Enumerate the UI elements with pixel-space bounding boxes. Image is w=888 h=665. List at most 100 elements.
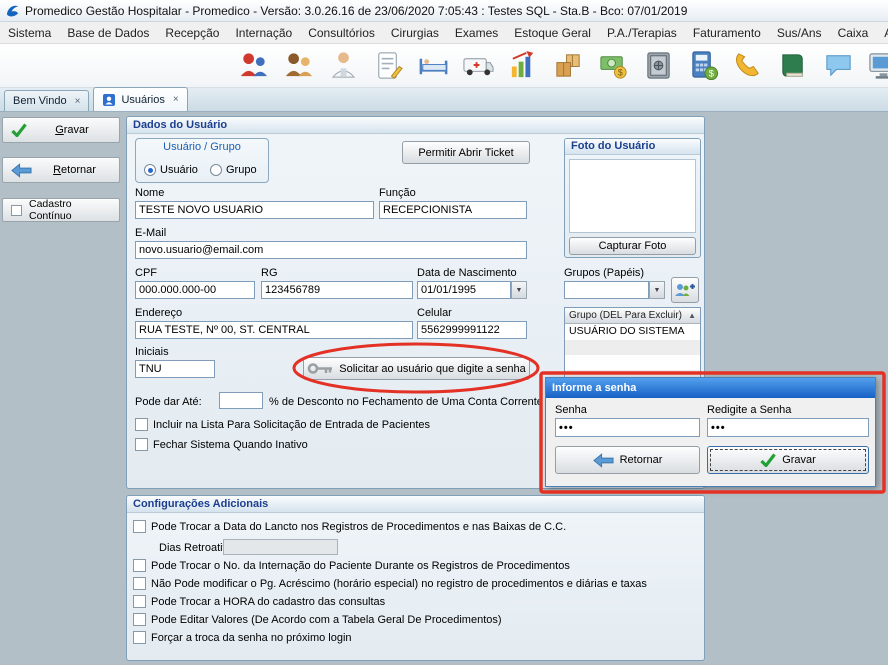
- doctor-icon[interactable]: [326, 48, 361, 83]
- safe-icon[interactable]: [641, 48, 676, 83]
- funcao-input[interactable]: [379, 201, 527, 219]
- radio-grupo[interactable]: [210, 164, 222, 176]
- menu-caixa[interactable]: Caixa: [830, 22, 877, 44]
- config-checkbox-5[interactable]: [133, 631, 146, 644]
- tab-usuarios[interactable]: Usuários ×: [93, 87, 187, 111]
- dialog-title-bar[interactable]: Informe a senha: [546, 378, 875, 398]
- tab-bem-vindo-label: Bem Vindo: [13, 95, 67, 107]
- monitor-icon[interactable]: [866, 48, 888, 83]
- usuario-grupo-title: Usuário / Grupo: [136, 141, 268, 153]
- grupos-papeis-combo[interactable]: [564, 281, 649, 299]
- menu-faturamento[interactable]: Faturamento: [685, 22, 769, 44]
- endereco-label: Endereço: [135, 307, 182, 319]
- endereco-input[interactable]: [135, 321, 413, 339]
- patients-icon[interactable]: [236, 48, 271, 83]
- solicitar-senha-label: Solicitar ao usuário que digite a senha: [339, 363, 526, 375]
- usuario-grupo-groupbox: Usuário / Grupo Usuário Grupo: [135, 138, 269, 183]
- ambulance-icon[interactable]: [461, 48, 496, 83]
- permitir-abrir-ticket-label: Permitir Abrir Ticket: [418, 147, 513, 159]
- retornar-button[interactable]: Retornar: [2, 157, 120, 183]
- email-input[interactable]: [135, 241, 527, 259]
- bed-icon[interactable]: [416, 48, 451, 83]
- menu-consultorios[interactable]: Consultórios: [300, 22, 383, 44]
- menu-pa-terapias[interactable]: P.A./Terapias: [599, 22, 685, 44]
- redigite-senha-label: Redigite a Senha: [707, 404, 791, 416]
- config-label-2: Não Pode modificar o Pg. Acréscimo (horá…: [151, 578, 647, 590]
- nascimento-dropdown-button[interactable]: ▼: [511, 281, 527, 299]
- grupo-list[interactable]: Grupo (DEL Para Excluir) ▲ USUÁRIO DO SI…: [564, 307, 701, 382]
- adicionar-grupo-button[interactable]: [671, 277, 699, 303]
- cpf-input[interactable]: [135, 281, 255, 299]
- nascimento-input[interactable]: [417, 281, 511, 299]
- gravar-button[interactable]: Gravar: [2, 117, 120, 143]
- title-bar: Promedico Gestão Hospitalar - Promedico …: [0, 0, 888, 22]
- configuracoes-header: Configurações Adicionais: [127, 496, 704, 513]
- chart-icon[interactable]: [506, 48, 541, 83]
- dialog-retornar-button[interactable]: Retornar: [555, 446, 700, 474]
- fechar-sistema-checkbox[interactable]: [135, 438, 148, 451]
- cadastro-continuo-toggle[interactable]: Cadastro Contínuo: [2, 198, 120, 222]
- iniciais-input[interactable]: [135, 360, 215, 378]
- menu-cirurgias[interactable]: Cirurgias: [383, 22, 447, 44]
- dias-retroativos-input[interactable]: [223, 539, 338, 555]
- config-checkbox-2[interactable]: [133, 577, 146, 590]
- menu-sistema[interactable]: Sistema: [0, 22, 59, 44]
- nome-input[interactable]: [135, 201, 374, 219]
- grupo-list-row[interactable]: USUÁRIO DO SISTEMA: [565, 324, 700, 339]
- chat-icon[interactable]: [821, 48, 856, 83]
- chevron-down-icon: ▼: [654, 287, 661, 294]
- config-checkbox-4[interactable]: [133, 613, 146, 626]
- phone-icon[interactable]: [731, 48, 766, 83]
- check-icon: [11, 123, 27, 137]
- clipboard-icon[interactable]: [371, 48, 406, 83]
- configuracoes-adicionais-panel: Configurações Adicionais Pode Trocar a D…: [126, 495, 705, 661]
- menu-sus-ans[interactable]: Sus/Ans: [769, 22, 830, 44]
- book-icon[interactable]: [776, 48, 811, 83]
- staff-icon[interactable]: [281, 48, 316, 83]
- list-stripe: [565, 340, 700, 355]
- radio-usuario[interactable]: [144, 164, 156, 176]
- desconto-input[interactable]: [219, 392, 263, 409]
- capturar-foto-button[interactable]: Capturar Foto: [569, 237, 696, 255]
- menu-estoque-geral[interactable]: Estoque Geral: [506, 22, 599, 44]
- grupos-dropdown-button[interactable]: ▼: [649, 281, 665, 299]
- permitir-abrir-ticket-button[interactable]: Permitir Abrir Ticket: [402, 141, 530, 164]
- rg-label: RG: [261, 267, 278, 279]
- grupo-list-header[interactable]: Grupo (DEL Para Excluir) ▲: [565, 308, 700, 324]
- config-checkbox-3[interactable]: [133, 595, 146, 608]
- dialog-title-text: Informe a senha: [552, 382, 636, 394]
- cadastro-continuo-checkbox[interactable]: [11, 205, 22, 216]
- rg-input[interactable]: [261, 281, 413, 299]
- calculator-icon[interactable]: $: [686, 48, 721, 83]
- senha-input[interactable]: [555, 418, 700, 437]
- menu-base-de-dados[interactable]: Base de Dados: [59, 22, 157, 44]
- app-window: Promedico Gestão Hospitalar - Promedico …: [0, 0, 888, 665]
- menu-administracao[interactable]: Administra: [876, 22, 888, 44]
- config-checkbox-1[interactable]: [133, 559, 146, 572]
- celular-input[interactable]: [417, 321, 527, 339]
- tab-usuarios-label: Usuários: [121, 94, 164, 106]
- menu-recepcao[interactable]: Recepção: [157, 22, 227, 44]
- incluir-lista-label: Incluir na Lista Para Solicitação de Ent…: [153, 419, 430, 431]
- gravar-label: Gravar: [33, 124, 111, 136]
- funcao-label: Função: [379, 187, 416, 199]
- cpf-label: CPF: [135, 267, 157, 279]
- stock-icon[interactable]: [551, 48, 586, 83]
- pode-dar-ate-label: Pode dar Até:: [135, 396, 202, 408]
- close-icon[interactable]: ×: [173, 94, 179, 105]
- config-label-0: Pode Trocar a Data do Lancto nos Registr…: [151, 521, 566, 533]
- redigite-senha-input[interactable]: [707, 418, 869, 437]
- tab-strip: Bem Vindo × Usuários ×: [0, 88, 888, 112]
- tab-bem-vindo[interactable]: Bem Vindo ×: [4, 90, 89, 111]
- menu-internacao[interactable]: Internação: [227, 22, 300, 44]
- iniciais-label: Iniciais: [135, 346, 169, 358]
- config-checkbox-0[interactable]: [133, 520, 146, 533]
- menu-exames[interactable]: Exames: [447, 22, 506, 44]
- finance-icon[interactable]: $: [596, 48, 631, 83]
- photo-placeholder: [569, 159, 696, 233]
- close-icon[interactable]: ×: [75, 96, 81, 107]
- incluir-lista-checkbox[interactable]: [135, 418, 148, 431]
- dialog-gravar-button[interactable]: Gravar: [707, 446, 869, 474]
- solicitar-senha-button[interactable]: Solicitar ao usuário que digite a senha: [303, 357, 530, 380]
- arrow-left-icon: [11, 163, 32, 178]
